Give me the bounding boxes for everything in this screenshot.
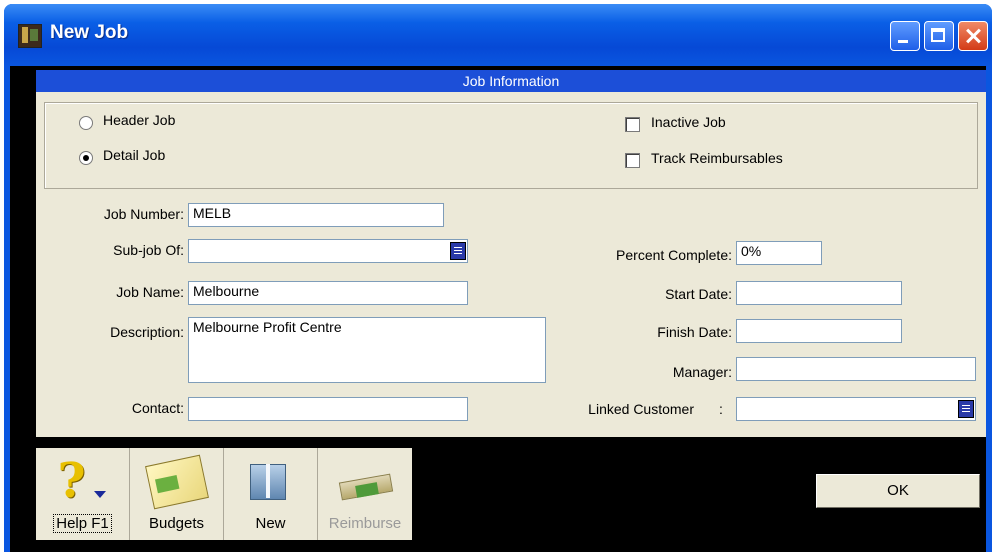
description-label: Description: (110, 324, 184, 340)
new-button-label: New (255, 515, 286, 532)
manager-label: Manager: (672, 364, 732, 380)
budgets-button-label: Budgets (148, 515, 205, 532)
percent-complete-input[interactable]: 0% (736, 241, 822, 265)
percent-complete-label: Percent Complete: (616, 247, 732, 263)
job-options-group: Header Job Detail Job Inactive Job Track… (44, 102, 978, 189)
budgets-button[interactable]: Budgets (130, 448, 224, 540)
close-button[interactable] (958, 21, 988, 51)
section-header: Job Information (36, 70, 986, 92)
inactive-job-checkbox[interactable] (625, 117, 640, 132)
contact-input[interactable] (188, 397, 468, 421)
new-job-icon (244, 460, 298, 502)
new-button[interactable]: New (224, 448, 318, 540)
header-job-radio[interactable] (79, 116, 93, 130)
job-form-panel: Header Job Detail Job Inactive Job Track… (36, 92, 986, 437)
header-job-label[interactable]: Header Job (103, 112, 175, 128)
inactive-job-label[interactable]: Inactive Job (651, 114, 726, 130)
window-title: New Job (50, 22, 129, 43)
job-number-input[interactable]: MELB (188, 203, 444, 227)
reimburse-icon (338, 460, 392, 502)
start-date-input[interactable] (736, 281, 902, 305)
detail-job-label[interactable]: Detail Job (103, 147, 165, 163)
job-name-input[interactable]: Melbourne (188, 281, 468, 305)
contact-label: Contact: (131, 400, 184, 416)
start-date-label: Start Date: (665, 286, 732, 302)
maximize-button[interactable] (924, 21, 954, 51)
reimburse-button[interactable]: Reimburse (318, 448, 412, 540)
new-job-window: New Job Job Information Header Job Detai… (4, 4, 992, 552)
track-reimbursables-checkbox[interactable] (625, 153, 640, 168)
minimize-button[interactable] (890, 21, 920, 51)
detail-job-radio[interactable] (79, 151, 93, 165)
job-number-label: Job Number: (103, 206, 184, 222)
finish-date-input[interactable] (736, 319, 902, 343)
sub-job-of-label: Sub-job Of: (113, 242, 184, 258)
dropdown-icon[interactable] (958, 400, 974, 418)
reimburse-button-label: Reimburse (328, 515, 402, 532)
ok-button-label: OK (887, 482, 909, 499)
job-name-label: Job Name: (116, 284, 184, 300)
window-client-area: Job Information Header Job Detail Job In… (10, 66, 986, 552)
budget-icon (144, 454, 209, 510)
title-bar[interactable]: New Job (4, 4, 992, 66)
finish-date-label: Finish Date: (657, 324, 732, 340)
linked-customer-select[interactable] (736, 397, 976, 421)
sub-job-of-select[interactable] (188, 239, 468, 263)
chevron-down-icon (93, 491, 106, 498)
help-button[interactable]: ? Help F1 (36, 448, 130, 540)
app-icon[interactable] (18, 24, 42, 48)
ok-button[interactable]: OK (816, 474, 980, 508)
help-button-label: Help F1 (53, 514, 112, 533)
linked-customer-label: Linked Customer (588, 401, 694, 417)
dropdown-icon[interactable] (450, 242, 466, 260)
description-textarea[interactable]: Melbourne Profit Centre (188, 317, 546, 383)
linked-customer-colon: : (719, 401, 723, 417)
track-reimbursables-label[interactable]: Track Reimbursables (651, 150, 783, 166)
manager-input[interactable] (736, 357, 976, 381)
bottom-toolbar: ? Help F1 Budgets New Reimburse (36, 448, 424, 540)
question-mark-icon: ? (54, 457, 112, 505)
